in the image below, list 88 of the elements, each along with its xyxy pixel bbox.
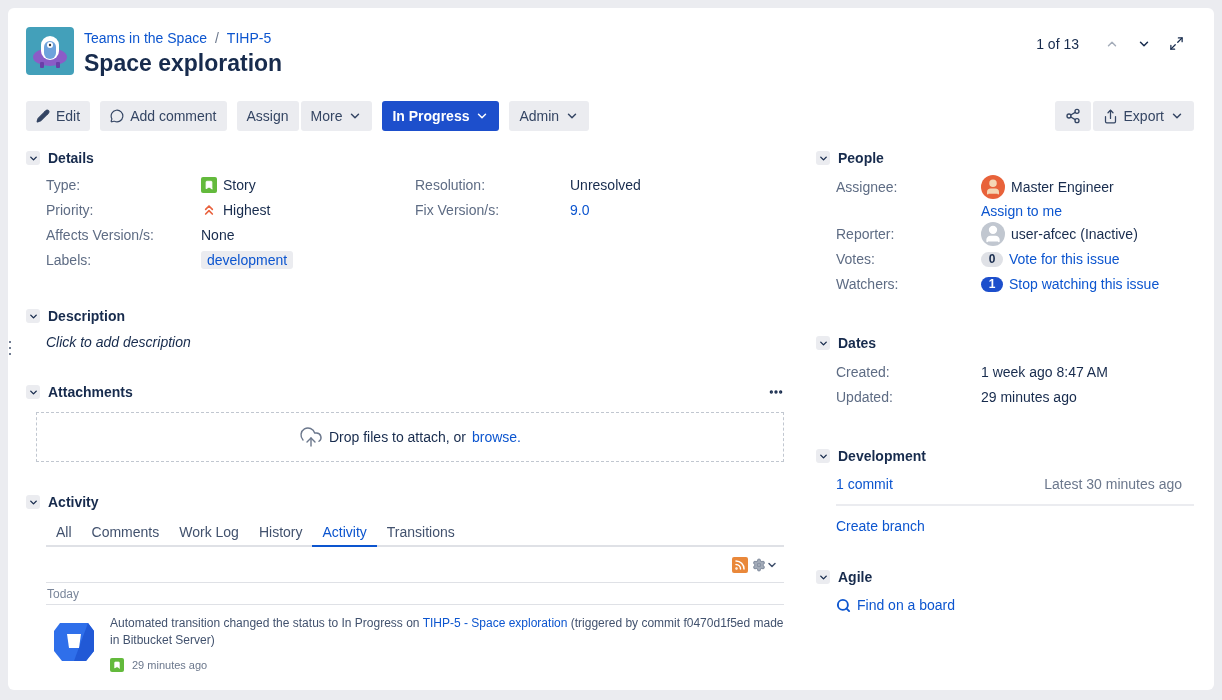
story-icon <box>201 177 217 193</box>
latest-time: Latest 30 minutes ago <box>1044 476 1182 492</box>
status-button[interactable]: In Progress <box>382 101 500 131</box>
activity-tab[interactable]: All <box>46 520 82 547</box>
field-value: None <box>201 226 236 244</box>
collapse-toggle[interactable] <box>816 336 830 350</box>
collapse-toggle[interactable] <box>26 385 40 399</box>
collapse-toggle[interactable] <box>816 570 830 584</box>
assign-link[interactable]: Assign to me <box>981 203 1194 219</box>
avatar-icon <box>981 222 1005 246</box>
activity-time: 29 minutes ago <box>132 659 208 671</box>
comment-button[interactable]: Add comment <box>100 101 227 131</box>
section-title: Development <box>838 448 926 464</box>
field-value: 29 minutes ago <box>981 388 1078 406</box>
field-label: Assignee: <box>836 178 899 196</box>
expand-icon[interactable] <box>1167 34 1186 53</box>
section-title: Activity <box>48 494 99 510</box>
field-label: Type: <box>46 176 82 194</box>
field-label: Affects Version/s: <box>46 226 155 244</box>
collapse-toggle[interactable] <box>816 449 830 463</box>
dropdown-button[interactable]: More <box>300 101 373 131</box>
user-name: user-afcec (Inactive) <box>981 225 1194 243</box>
breadcrumb-separator: / <box>214 30 219 46</box>
find-board-link[interactable]: Find on a board <box>836 597 956 613</box>
field-value: Unresolved <box>570 176 642 194</box>
issue-link[interactable]: TIHP-5 - Space exploration <box>422 616 568 630</box>
pencil-icon <box>36 109 50 123</box>
field-label: Labels: <box>46 251 93 269</box>
field-label: Resolution: <box>415 176 487 194</box>
count-badge: 1 <box>981 276 1003 292</box>
section-title: Attachments <box>48 384 133 400</box>
collapse-toggle[interactable] <box>26 495 40 509</box>
action-link[interactable]: Stop watching this issue <box>1009 275 1160 293</box>
search-icon <box>836 597 851 613</box>
activity-tab[interactable]: Activity <box>312 520 377 547</box>
section-title: Details <box>48 150 94 166</box>
field-label: Priority: <box>46 201 95 219</box>
story-icon <box>110 658 124 672</box>
user-name: Master Engineer <box>981 178 1194 196</box>
label-tag[interactable]: development <box>201 251 294 269</box>
collapse-toggle[interactable] <box>816 151 830 165</box>
version-link[interactable]: 9.0 <box>570 201 590 219</box>
speech-bubble-icon <box>110 109 125 123</box>
date-heading: Today <box>46 583 784 605</box>
edit-button[interactable]: Edit <box>26 101 91 131</box>
section-title: Agile <box>838 569 873 585</box>
breadcrumb-link[interactable]: TIHP-5 <box>226 30 272 46</box>
field-value: Story <box>201 176 415 194</box>
collapse-toggle[interactable] <box>26 151 40 165</box>
rss-icon[interactable] <box>732 556 748 573</box>
dropdown-button[interactable]: Admin <box>509 101 590 131</box>
section-title: Description <box>48 308 125 324</box>
toolbar-button[interactable]: Assign <box>236 101 299 131</box>
field-value: Highest <box>201 201 415 219</box>
avatar-icon <box>981 175 1005 199</box>
activity-text: Automated transition changed the status to In Progress on TIHP-5 - Space exploration (triggered by commit f0470d1f5ed made in Bitbucket Server) <box>110 615 784 649</box>
export-button[interactable]: Export <box>1092 101 1194 131</box>
count-badge: 0 <box>981 251 1003 267</box>
upload-icon <box>1102 108 1118 124</box>
commit-link[interactable]: 1 commit <box>836 476 893 492</box>
field-label: Watchers: <box>836 275 900 293</box>
field-label: Created: <box>836 363 891 381</box>
create-branch-link[interactable]: Create branch <box>836 518 925 534</box>
field-label: Updated: <box>836 388 894 406</box>
share-button[interactable] <box>1054 101 1091 131</box>
activity-tab[interactable]: Comments <box>81 520 170 547</box>
drop-zone[interactable]: Drop files to attach, or browse. <box>36 412 784 462</box>
drop-text: Drop files to attach, or <box>329 429 466 445</box>
upload-cloud-icon <box>299 425 323 449</box>
breadcrumb-link[interactable]: Teams in the Space <box>84 30 207 46</box>
activity-tab[interactable]: Work Log <box>169 520 249 547</box>
field-label: Votes: <box>836 250 876 268</box>
field-label: Fix Version/s: <box>415 201 501 219</box>
action-link[interactable]: Vote for this issue <box>1009 250 1120 268</box>
settings-icon[interactable] <box>752 557 778 572</box>
section-title: People <box>838 150 884 166</box>
field-value: 1 week ago 8:47 AM <box>981 363 1109 381</box>
share-icon <box>1064 108 1081 124</box>
browse-link[interactable]: browse. <box>471 429 521 445</box>
description-prompt[interactable]: Click to add description <box>46 334 784 350</box>
activity-tab[interactable]: History <box>248 520 313 547</box>
project-logo <box>26 27 74 75</box>
section-title: Dates <box>838 335 877 351</box>
activity-tab[interactable]: Transitions <box>376 520 465 547</box>
collapse-toggle[interactable] <box>26 309 40 323</box>
issue-title: Space exploration <box>84 50 284 77</box>
field-label: Reporter: <box>836 225 896 243</box>
pager-count: 1 of 13 <box>1036 35 1079 52</box>
